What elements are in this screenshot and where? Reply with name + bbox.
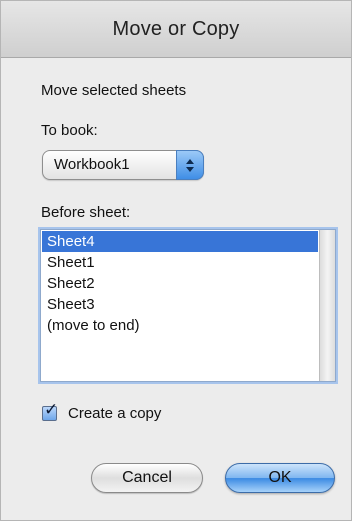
to-book-popup[interactable]: Workbook1 — [42, 150, 204, 180]
sheet-list-items: Sheet4 Sheet1 Sheet2 Sheet3 (move to end… — [42, 231, 318, 336]
instruction-label: Move selected sheets — [41, 82, 187, 99]
up-down-arrows-icon — [176, 150, 204, 180]
list-item-move-to-end[interactable]: (move to end) — [42, 315, 318, 336]
title-bar[interactable]: Move or Copy — [1, 1, 351, 58]
create-copy-checkbox[interactable]: ✓ — [42, 401, 58, 421]
cancel-button[interactable]: Cancel — [91, 463, 203, 493]
to-book-value: Workbook1 — [54, 156, 130, 173]
window-title: Move or Copy — [112, 17, 240, 40]
move-or-copy-dialog: Move or Copy Move selected sheets To boo… — [0, 0, 352, 521]
list-scrollbar[interactable] — [319, 230, 335, 381]
list-item-sheet4[interactable]: Sheet4 — [42, 231, 318, 252]
checkmark-icon: ✓ — [44, 399, 59, 419]
to-book-label: To book: — [41, 122, 98, 139]
create-copy-label[interactable]: Create a copy — [68, 405, 161, 422]
before-sheet-list[interactable]: Sheet4 Sheet1 Sheet2 Sheet3 (move to end… — [40, 229, 336, 382]
list-item-sheet3[interactable]: Sheet3 — [42, 294, 318, 315]
create-copy-row[interactable]: ✓ Create a copy — [42, 401, 161, 423]
ok-button[interactable]: OK — [225, 463, 335, 493]
before-sheet-label: Before sheet: — [41, 204, 131, 221]
list-item-sheet2[interactable]: Sheet2 — [42, 273, 318, 294]
list-item-sheet1[interactable]: Sheet1 — [42, 252, 318, 273]
